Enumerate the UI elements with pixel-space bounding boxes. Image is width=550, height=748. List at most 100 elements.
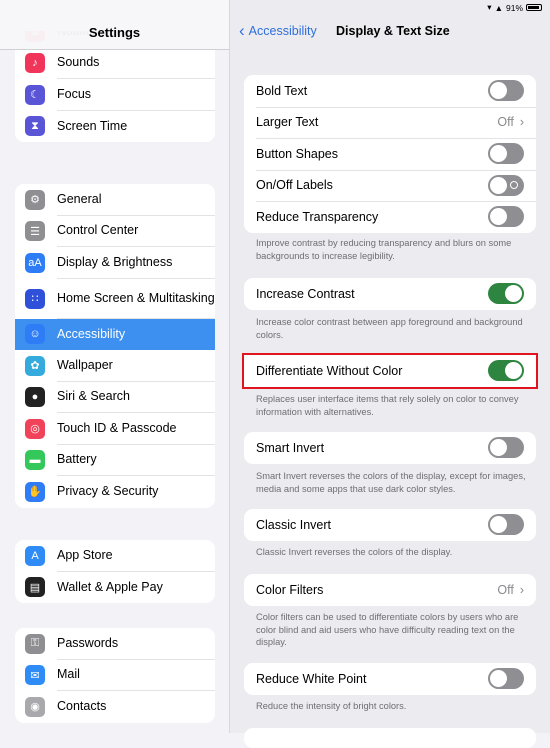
classic-invert-row: Classic Invert <box>244 509 536 541</box>
sidebar-title: Settings <box>0 0 229 50</box>
differentiate-without-color-row: Differentiate Without Color <box>244 355 536 387</box>
fingerprint-icon: ◎ <box>25 418 45 439</box>
increase-contrast-row: Increase Contrast <box>244 278 536 310</box>
reduce-white-point-toggle[interactable] <box>488 668 524 690</box>
button-shapes-row: Button Shapes <box>244 138 536 170</box>
sidebar-item-wallpaper[interactable]: ✿ Wallpaper <box>15 350 215 382</box>
battery-percent: 91% <box>505 2 523 13</box>
color-filters-row[interactable]: Color Filters Off › <box>244 574 536 606</box>
sidebar-item-battery[interactable]: ▬ Battery <box>15 445 215 476</box>
sidebar-item-label: Contacts <box>57 699 107 714</box>
sidebar-item-label: Display & Brightness <box>57 247 215 279</box>
row-value: Off <box>497 582 514 597</box>
reduce-white-point-group: Reduce White Point <box>244 663 536 695</box>
footer-transparency: Improve contrast by reducing transparenc… <box>256 238 512 261</box>
sidebar-item-label: Sounds <box>57 48 215 79</box>
chevron-left-icon: ‹ <box>239 21 245 40</box>
footer-contrast: Increase color contrast between app fore… <box>256 317 523 340</box>
increase-contrast-group: Increase Contrast <box>244 278 536 310</box>
mail-icon: ✉ <box>25 665 45 686</box>
detail-pane: ▾ ▲ 91% ‹ Accessibility Display & Text Si… <box>230 0 550 748</box>
sidebar-item-label: Screen Time <box>57 118 128 133</box>
row-label: Larger Text <box>256 115 319 130</box>
button-shapes-toggle[interactable] <box>488 143 524 165</box>
wallet-icon: ▤ <box>25 577 45 598</box>
sidebar-item-label: Mail <box>57 660 215 691</box>
smart-invert-toggle[interactable] <box>488 437 524 459</box>
footer-smart-invert: Smart Invert reverses the colors of the … <box>256 471 526 494</box>
sidebar-item-privacy-security[interactable]: ✋ Privacy & Security <box>15 476 215 508</box>
increase-contrast-toggle[interactable] <box>488 283 524 305</box>
sidebar-item-label: Battery <box>57 445 215 476</box>
text-options-group: Bold Text Larger Text Off › Button Shapes On/… <box>244 75 536 233</box>
back-button[interactable]: ‹ Accessibility <box>239 21 317 40</box>
moon-icon: ☾ <box>25 84 45 105</box>
sidebar-item-label: Home Screen & Multitasking <box>57 279 215 319</box>
classic-invert-toggle[interactable] <box>488 514 524 536</box>
key-icon: ⚿ <box>25 633 45 654</box>
reduce-transparency-toggle[interactable] <box>488 206 524 228</box>
sidebar-item-label: Control Center <box>57 216 215 247</box>
row-label: Classic Invert <box>256 517 332 532</box>
sidebar-item-mail[interactable]: ✉ Mail <box>15 660 215 691</box>
sidebar-item-label: Privacy & Security <box>57 484 159 499</box>
sidebar-item-label: Siri & Search <box>57 382 215 413</box>
accessibility-icon: ☺ <box>25 324 45 345</box>
sidebar-item-label: Wallet & Apple Pay <box>57 579 163 594</box>
sidebar-item-screen-time[interactable]: ⧗ Screen Time <box>15 111 215 143</box>
sidebar-item-sounds[interactable]: ♪ Sounds <box>15 48 215 79</box>
sidebar-item-label: General <box>57 184 215 216</box>
sidebar-item-display-brightness[interactable]: aA Display & Brightness <box>15 247 215 279</box>
wifi-icon: ▾ <box>487 2 492 12</box>
sidebar-item-wallet-apple-pay[interactable]: ▤ Wallet & Apple Pay <box>15 572 215 604</box>
sidebar-item-passwords[interactable]: ⚿ Passwords <box>15 628 215 660</box>
app-store-icon: A <box>25 545 45 566</box>
text-size-icon: aA <box>25 252 45 273</box>
chevron-right-icon: › <box>519 115 524 130</box>
row-label: Differentiate Without Color <box>256 363 403 378</box>
sidebar-group: A App Store ▤ Wallet & Apple Pay <box>15 540 215 603</box>
differentiate-without-color-toggle[interactable] <box>488 360 524 382</box>
on-off-labels-row: On/Off Labels <box>244 169 536 202</box>
larger-text-row[interactable]: Larger Text Off › <box>244 106 536 139</box>
sidebar-item-label: Touch ID & Passcode <box>57 413 215 445</box>
footer-color-filters: Color filters can be used to differentia… <box>256 612 519 647</box>
differentiate-group: Differentiate Without Color <box>242 353 538 389</box>
footer-white-point: Reduce the intensity of bright colors. <box>256 701 407 711</box>
sidebar-item-siri-search[interactable]: ● Siri & Search <box>15 382 215 413</box>
row-label: Increase Contrast <box>256 286 355 301</box>
page-title: Display & Text Size <box>336 24 450 38</box>
sidebar-item-home-screen-multitasking[interactable]: ∷ Home Screen & Multitasking <box>15 279 215 319</box>
hourglass-icon: ⧗ <box>25 116 45 137</box>
sidebar-item-control-center[interactable]: ☰ Control Center <box>15 216 215 247</box>
on-off-labels-toggle[interactable] <box>488 174 524 196</box>
row-label: Bold Text <box>256 83 308 98</box>
sidebar-item-app-store[interactable]: A App Store <box>15 540 215 572</box>
row-value: Off <box>497 115 514 130</box>
contacts-icon: ◉ <box>25 696 45 717</box>
bold-text-toggle[interactable] <box>488 80 524 102</box>
sidebar-item-label: App Store <box>57 540 215 572</box>
sidebar-item-label: Passwords <box>57 628 215 660</box>
row-label: Button Shapes <box>256 146 339 161</box>
row-label: Reduce White Point <box>256 671 367 686</box>
sidebar: Settings ▲Notifications♪Sounds☾Focus⧗Scr… <box>0 0 230 733</box>
bold-text-row: Bold Text <box>244 75 536 107</box>
gear-icon: ⚙ <box>25 189 45 210</box>
sidebar-item-general[interactable]: ⚙ General <box>15 184 215 216</box>
sidebar-item-label: Wallpaper <box>57 350 215 382</box>
reduce-transparency-row: Reduce Transparency <box>244 201 536 233</box>
toggles-icon: ☰ <box>25 221 45 242</box>
battery-icon <box>526 4 542 11</box>
sidebar-item-label: Accessibility <box>57 326 126 341</box>
off-label-icon <box>510 180 518 189</box>
sidebar-group: ⚿ Passwords ✉ Mail ◉ Contacts <box>15 628 215 723</box>
sidebar-item-focus[interactable]: ☾ Focus <box>15 79 215 111</box>
hand-icon: ✋ <box>25 481 45 502</box>
status-bar: ▾ ▲ 91% <box>487 2 542 13</box>
flower-icon: ✿ <box>25 355 45 376</box>
person-icon: ▲ <box>494 2 503 13</box>
sidebar-item-touch-id-passcode[interactable]: ◎ Touch ID & Passcode <box>15 413 215 445</box>
sidebar-item-accessibility[interactable]: ☺ Accessibility <box>15 318 215 350</box>
sidebar-item-contacts[interactable]: ◉ Contacts <box>15 691 215 723</box>
